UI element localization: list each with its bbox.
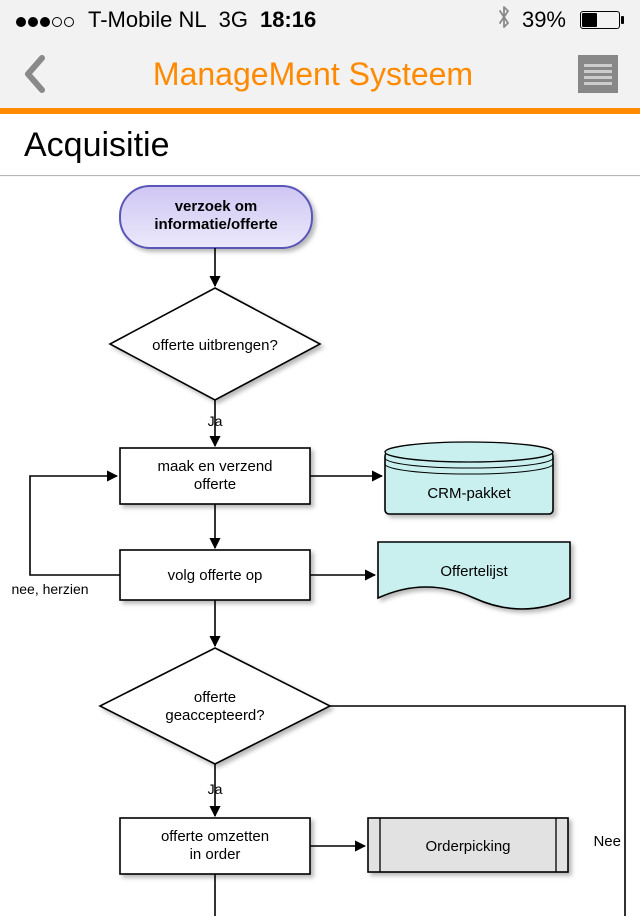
signal-strength-icon — [16, 7, 76, 33]
node-follow-up: volg offerte op — [120, 550, 310, 600]
node-make-offer: maak en verzend offerte — [120, 448, 310, 504]
page-title: ManageMent Systeem — [153, 56, 473, 93]
label-ja-1: Ja — [208, 413, 223, 429]
label-nee: Nee — [593, 833, 621, 850]
node-convert-line2: in order — [190, 846, 241, 863]
status-bar: T-Mobile NL 3G 18:16 39% — [0, 0, 640, 40]
node-orderpicking: Orderpicking — [368, 818, 568, 872]
node-make-offer-line2: offerte — [194, 476, 236, 493]
label-ja-2: Ja — [208, 781, 223, 797]
list-menu-button[interactable] — [578, 55, 618, 93]
edge-loop-revise: nee, herzien — [11, 476, 120, 597]
node-convert-line1: offerte omzetten — [161, 828, 269, 845]
section-heading: Acquisitie — [0, 114, 640, 176]
node-offer-list-label: Offertelijst — [440, 563, 508, 580]
node-make-offer-line1: maak en verzend — [157, 458, 272, 475]
carrier-label: T-Mobile NL — [88, 7, 207, 33]
flowchart: verzoek om informatie/offerte offerte ui… — [0, 176, 640, 916]
battery-icon — [576, 11, 624, 29]
label-nee-herzien: nee, herzien — [11, 581, 88, 597]
node-offer-list-doc: Offertelijst — [378, 542, 570, 609]
network-label: 3G — [219, 7, 248, 33]
node-orderpicking-label: Orderpicking — [425, 838, 510, 855]
back-button[interactable] — [22, 54, 48, 94]
node-convert-order: offerte omzetten in order — [120, 818, 310, 874]
node-decision-accepted-line2: geaccepteerd? — [165, 707, 264, 724]
node-crm-label: CRM-pakket — [427, 485, 511, 502]
node-start-line1: verzoek om — [175, 198, 258, 215]
battery-pct-label: 39% — [522, 7, 566, 33]
node-decision-offer-label: offerte uitbrengen? — [152, 337, 278, 354]
node-decision-accepted: offerte geaccepteerd? — [100, 648, 330, 764]
node-start: verzoek om informatie/offerte — [120, 186, 312, 248]
node-decision-accepted-line1: offerte — [194, 689, 236, 706]
node-crm-datastore: CRM-pakket — [385, 442, 553, 514]
clock-label: 18:16 — [260, 7, 316, 33]
node-follow-up-label: volg offerte op — [168, 567, 263, 584]
bluetooth-icon — [496, 5, 512, 35]
nav-bar: ManageMent Systeem — [0, 40, 640, 114]
node-decision-offer: offerte uitbrengen? — [110, 288, 320, 400]
node-start-line2: informatie/offerte — [154, 216, 277, 233]
edge-decision2-no: Nee — [330, 706, 625, 916]
